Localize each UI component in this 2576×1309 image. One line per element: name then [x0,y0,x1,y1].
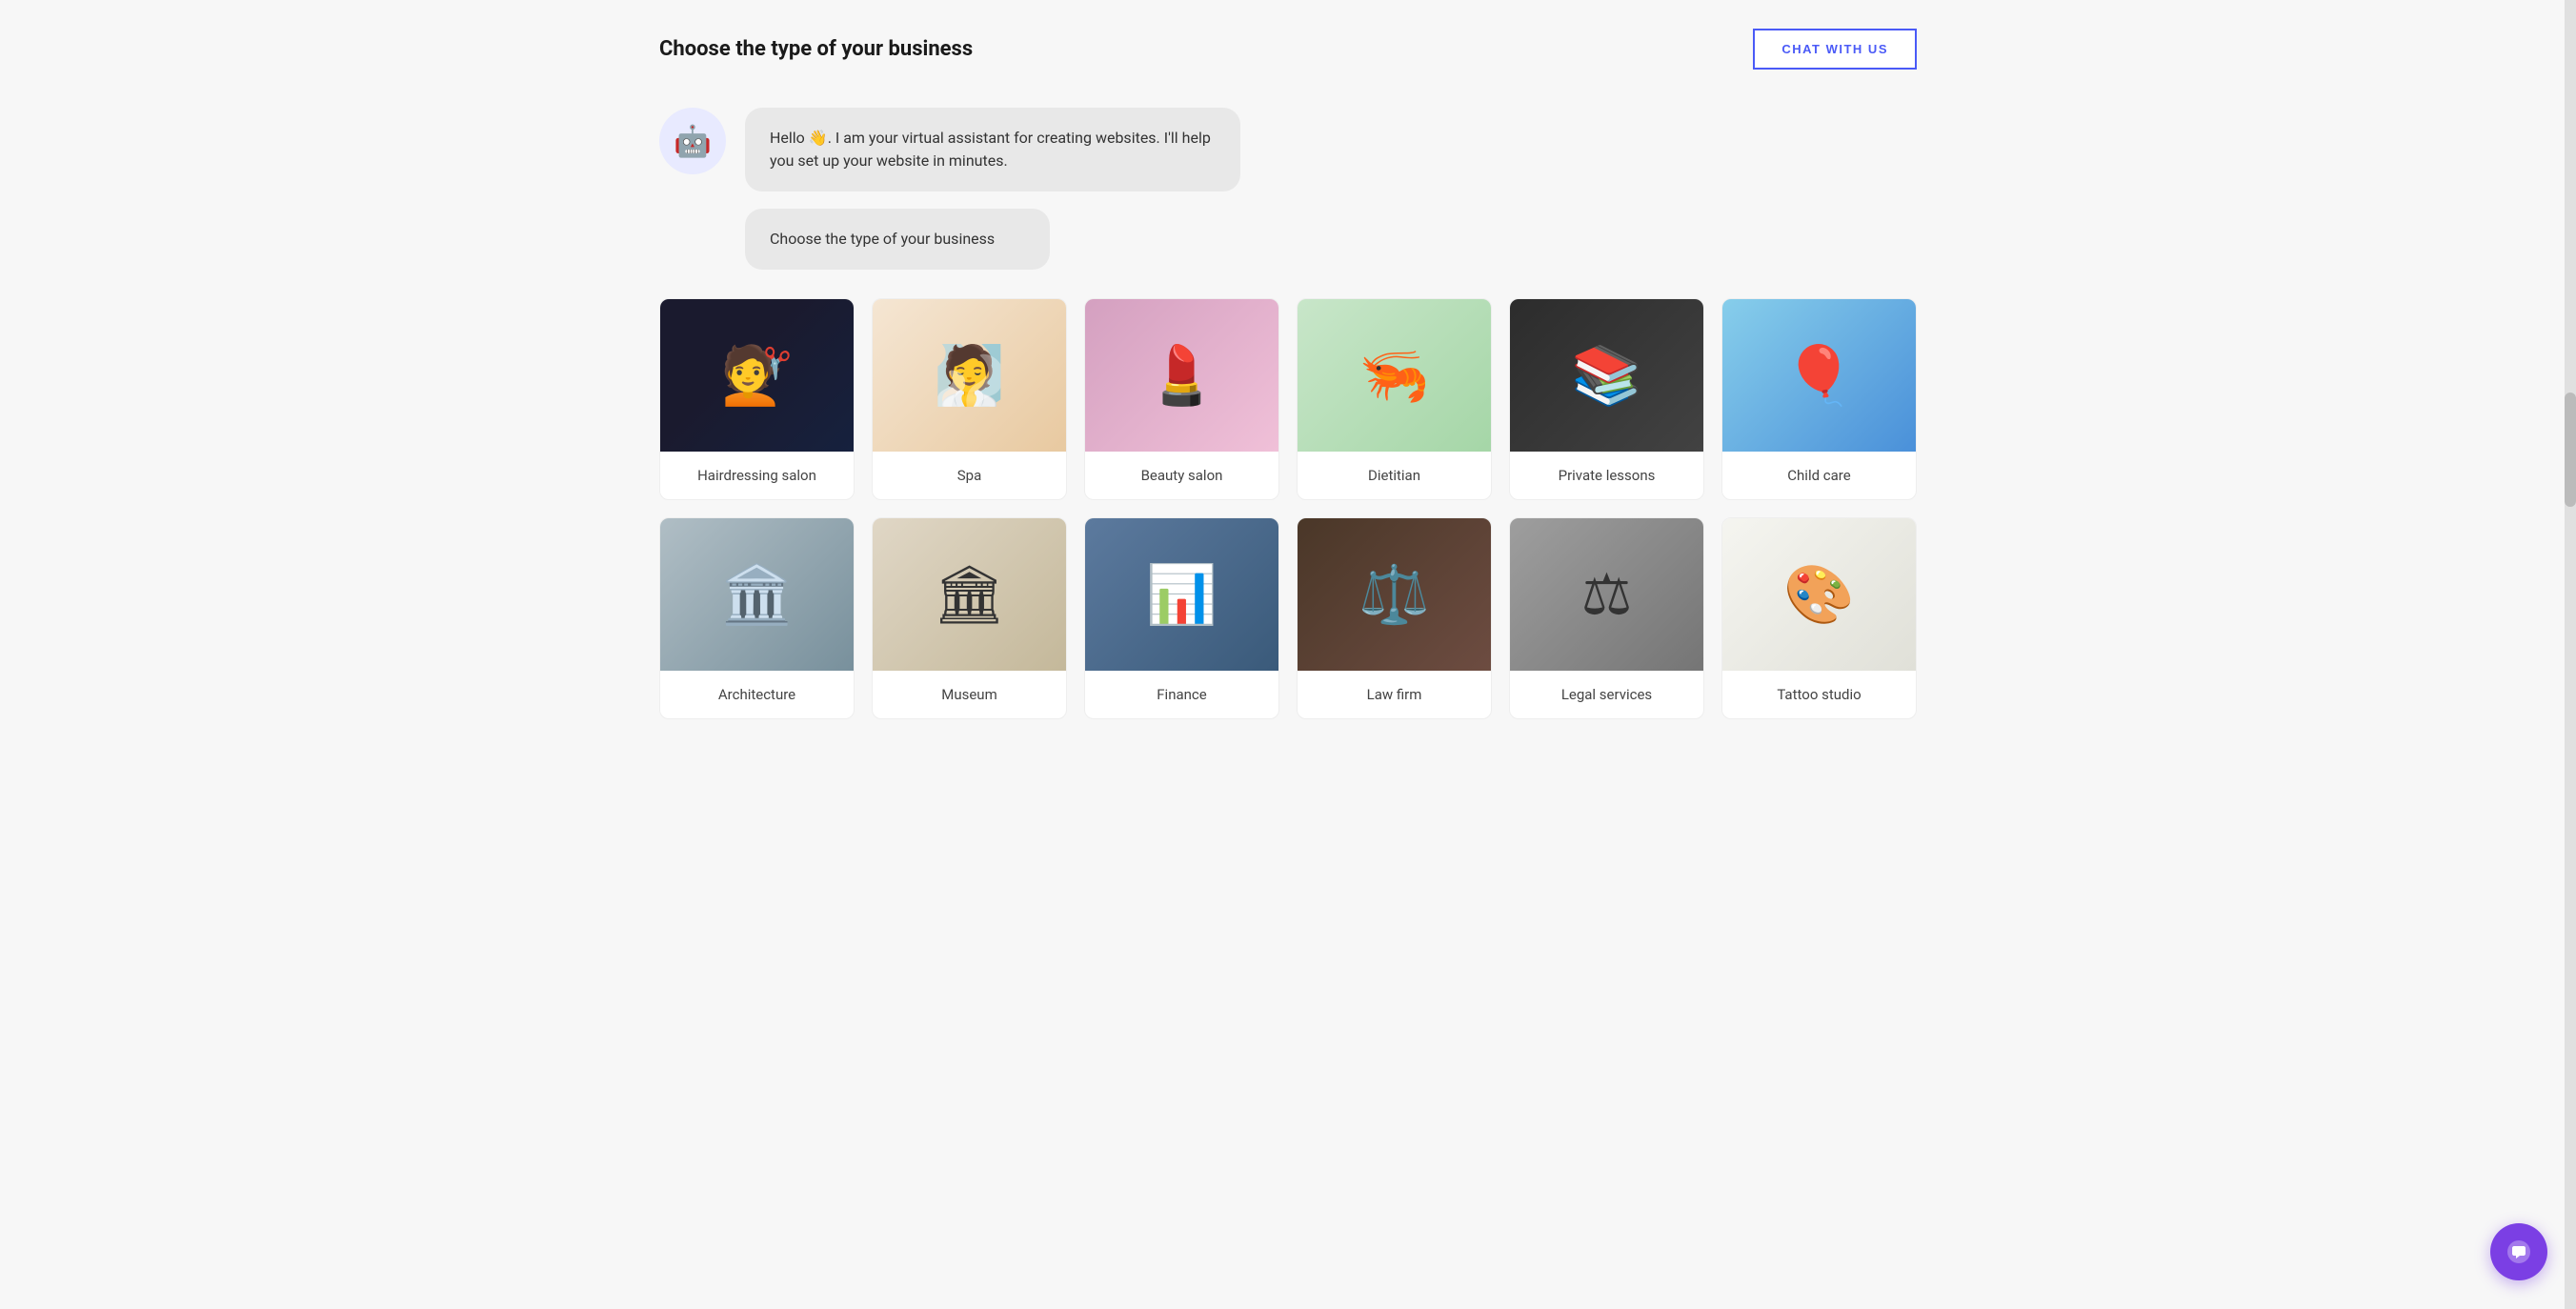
business-card-childcare[interactable]: Child care [1721,298,1917,500]
business-image-spa [873,299,1066,452]
business-label-hairdressing: Hairdressing salon [660,452,854,499]
business-label-beauty: Beauty salon [1085,452,1278,499]
business-label-museum: Museum [873,671,1066,718]
business-card-architecture[interactable]: Architecture [659,517,855,719]
business-image-justice [1510,518,1703,671]
chat-fab-button[interactable] [2490,1223,2547,1280]
robot-icon: 🤖 [674,126,712,156]
chat-fab-icon [2506,1239,2532,1265]
chat-with-us-button[interactable]: CHAT WITH US [1753,29,1917,70]
bot-avatar: 🤖 [659,108,726,174]
business-card-justice[interactable]: Legal services [1509,517,1704,719]
chat-bubbles: Hello 👋. I am your virtual assistant for… [745,108,1240,270]
business-type-grid: Hairdressing salon Spa Beauty salon Dietiti… [659,298,1917,719]
business-card-finance[interactable]: Finance [1084,517,1279,719]
scrollbar-thumb[interactable] [2565,393,2576,507]
business-card-spa[interactable]: Spa [872,298,1067,500]
business-image-childcare [1722,299,1916,452]
prompt-bubble: Choose the type of your business [745,209,1050,270]
business-image-finance [1085,518,1278,671]
business-image-museum [873,518,1066,671]
page-header: Choose the type of your business CHAT WI… [659,29,1917,70]
business-label-private: Private lessons [1510,452,1703,499]
business-label-tattoo: Tattoo studio [1722,671,1916,718]
business-label-spa: Spa [873,452,1066,499]
business-image-dietitian [1298,299,1491,452]
business-image-tattoo [1722,518,1916,671]
business-image-beauty [1085,299,1278,452]
business-image-architecture [660,518,854,671]
business-label-dietitian: Dietitian [1298,452,1491,499]
business-card-law[interactable]: Law firm [1297,517,1492,719]
business-label-finance: Finance [1085,671,1278,718]
business-card-tattoo[interactable]: Tattoo studio [1721,517,1917,719]
business-label-justice: Legal services [1510,671,1703,718]
business-card-hairdressing[interactable]: Hairdressing salon [659,298,855,500]
business-card-beauty[interactable]: Beauty salon [1084,298,1279,500]
business-label-architecture: Architecture [660,671,854,718]
business-card-museum[interactable]: Museum [872,517,1067,719]
chat-section: 🤖 Hello 👋. I am your virtual assistant f… [659,108,1917,270]
business-image-private [1510,299,1703,452]
business-label-childcare: Child care [1722,452,1916,499]
scrollbar[interactable] [2565,0,2576,1309]
business-card-private[interactable]: Private lessons [1509,298,1704,500]
page-title: Choose the type of your business [659,37,973,61]
business-label-law: Law firm [1298,671,1491,718]
business-image-law [1298,518,1491,671]
greeting-bubble: Hello 👋. I am your virtual assistant for… [745,108,1240,191]
business-card-dietitian[interactable]: Dietitian [1297,298,1492,500]
business-image-hairdressing [660,299,854,452]
